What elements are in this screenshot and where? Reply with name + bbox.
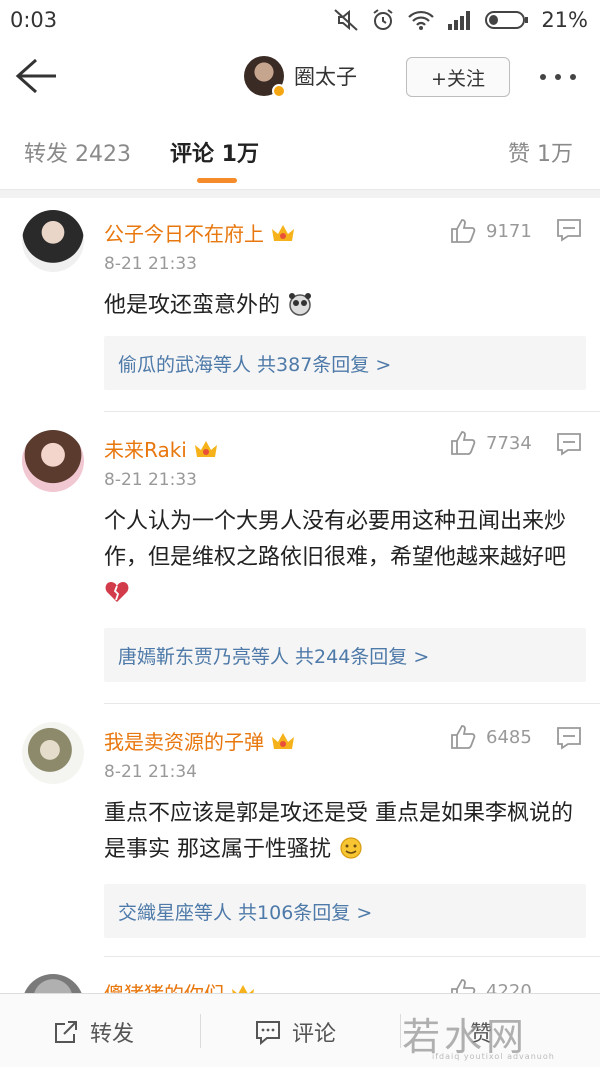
comment-button[interactable]: 评论 (254, 1016, 336, 1048)
status-time: 0:03 (10, 8, 58, 32)
avatar[interactable] (22, 430, 84, 492)
header: 圈太子 +关注 (0, 40, 600, 112)
mute-icon (334, 9, 358, 31)
tab-likes[interactable]: 赞 1万 (508, 136, 573, 168)
user-title[interactable]: 圈太子 (244, 56, 357, 98)
tab-bar: 转发 2423 评论 1万 赞 1万 (0, 112, 600, 190)
divider (0, 190, 600, 198)
reply-comment-icon[interactable] (556, 726, 582, 750)
comment-time: 8-21 21:34 (104, 762, 197, 782)
thumbs-up-icon (451, 431, 476, 455)
more-options-icon[interactable] (540, 74, 576, 80)
active-tab-indicator (197, 178, 237, 183)
smile-face-icon (340, 837, 362, 859)
comment-username[interactable]: 公子今日不在府上 (104, 218, 296, 247)
divider (104, 956, 600, 957)
battery-percent: 21% (541, 8, 588, 32)
like-button[interactable]: 9171 (450, 218, 532, 244)
divider (104, 703, 600, 704)
verified-badge-icon (272, 84, 286, 98)
avatar[interactable] (22, 210, 84, 272)
comment-icon (256, 1021, 280, 1046)
repost-button[interactable]: 转发 (52, 1016, 134, 1048)
vip-crown-icon (272, 732, 294, 749)
comment-time: 8-21 21:33 (104, 254, 197, 274)
bottom-action-bar: 转发 评论 赞 若水网 ifdaiq youtixol advanuoh (0, 993, 600, 1067)
avatar[interactable] (244, 56, 286, 98)
follow-button[interactable]: +关注 (406, 57, 510, 97)
divider (200, 1014, 201, 1048)
comment-text: 重点不应该是郭是攻还是受 重点是如果李枫说的是事实 那这属于性骚扰 (104, 801, 573, 862)
thumbs-up-icon (451, 725, 476, 749)
replies-link[interactable]: 偷瓜的武海等人 共387条回复 > (104, 336, 586, 390)
status-bar: 0:03 21% (0, 0, 600, 40)
broken-heart-icon (105, 582, 129, 602)
replies-link[interactable]: 交織星座等人 共106条回复 > (104, 884, 586, 938)
battery-icon (485, 11, 529, 29)
like-button[interactable]: 7734 (450, 430, 532, 456)
repost-icon (55, 1021, 77, 1043)
alarm-icon (373, 9, 393, 30)
like-count: 6485 (486, 726, 532, 748)
watermark-subtext: ifdaiq youtixol advanuoh (432, 1052, 555, 1061)
divider (400, 1014, 401, 1048)
thumbs-up-icon (451, 219, 476, 243)
back-arrow-icon[interactable] (14, 56, 58, 96)
like-count: 7734 (486, 432, 532, 454)
comment-username[interactable]: 我是卖资源的子弹 (104, 726, 296, 755)
reply-comment-icon[interactable] (556, 432, 582, 456)
like-button[interactable]: 6485 (450, 724, 532, 750)
panda-face-icon (289, 293, 312, 316)
avatar[interactable] (22, 722, 84, 784)
wifi-icon (408, 10, 435, 30)
signal-icon (448, 11, 471, 30)
divider (104, 411, 600, 412)
replies-link[interactable]: 唐嫣靳东贾乃亮等人 共244条回复 > (104, 628, 586, 682)
vip-crown-icon (194, 440, 217, 457)
reply-comment-icon[interactable] (556, 218, 582, 242)
like-count: 9171 (486, 220, 532, 242)
vip-crown-icon (272, 224, 294, 241)
comment-time: 8-21 21:33 (104, 470, 197, 490)
comment-text: 个人认为一个大男人没有必要用这种丑闻出来炒作，但是维权之路依旧很难，希望他越来越… (104, 504, 574, 612)
tab-repost[interactable]: 转发 2423 (24, 136, 131, 168)
status-icons: 21% (333, 8, 588, 32)
page-title: 圈太子 (294, 65, 357, 89)
comment-text: 他是攻还蛮意外的 (104, 288, 574, 324)
comment-username[interactable]: 未来Raki (104, 434, 219, 463)
tab-comments[interactable]: 评论 1万 (170, 136, 259, 168)
